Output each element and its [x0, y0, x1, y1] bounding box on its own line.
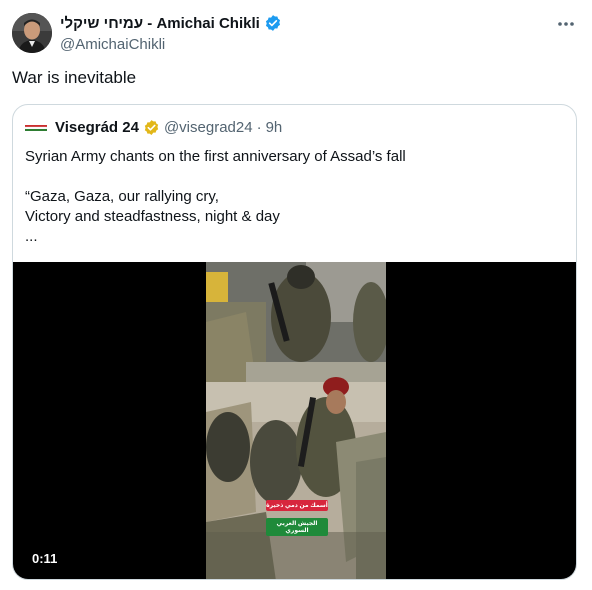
tweet-text: War is inevitable — [12, 68, 137, 87]
gold-verified-badge-icon — [143, 119, 160, 136]
quoted-author-handle[interactable]: @visegrad24 — [164, 119, 253, 136]
quoted-text-line: ... — [25, 228, 38, 245]
separator-dot: · — [256, 119, 262, 136]
video-caption-line-1: أسمك من دمي ذخيرة — [266, 500, 328, 511]
author-display-name[interactable]: עמיחי שיקלי - Amichai Chikli — [60, 15, 260, 32]
more-horizontal-icon[interactable] — [556, 14, 576, 34]
video-caption-line-2: الجيش العربي السوري — [266, 518, 328, 536]
quoted-tweet[interactable]: Visegrád 24 @visegrad24 · 9h Syrian Army… — [12, 104, 577, 580]
video-frame: أسمك من دمي ذخيرة الجيش العربي السوري — [206, 262, 386, 579]
tweet[interactable]: עמיחי שיקלי - Amichai Chikli @AmichaiChi… — [0, 0, 592, 590]
verified-badge-icon — [264, 14, 282, 32]
quoted-timestamp[interactable]: 9h — [266, 119, 283, 136]
quoted-text-line: Victory and steadfastness, night & day — [25, 208, 280, 225]
author-handle[interactable]: @AmichaiChikli — [60, 36, 282, 53]
avatar[interactable] — [12, 13, 52, 53]
quoted-text-line: Syrian Army chants on the first annivers… — [25, 148, 406, 165]
quoted-header: Visegrád 24 @visegrad24 · 9h — [25, 119, 282, 136]
quoted-author-name[interactable]: Visegrád 24 — [55, 119, 139, 136]
visegrad-logo-icon — [25, 123, 47, 133]
video-duration: 0:11 — [27, 548, 63, 569]
author-block: עמיחי שיקלי - Amichai Chikli @AmichaiChi… — [60, 13, 282, 53]
video-player[interactable]: أسمك من دمي ذخيرة الجيش العربي السوري 0:… — [13, 262, 576, 579]
quoted-text-line: “Gaza, Gaza, our rallying cry, — [25, 188, 219, 205]
quoted-text: Syrian Army chants on the first annivers… — [25, 147, 565, 247]
